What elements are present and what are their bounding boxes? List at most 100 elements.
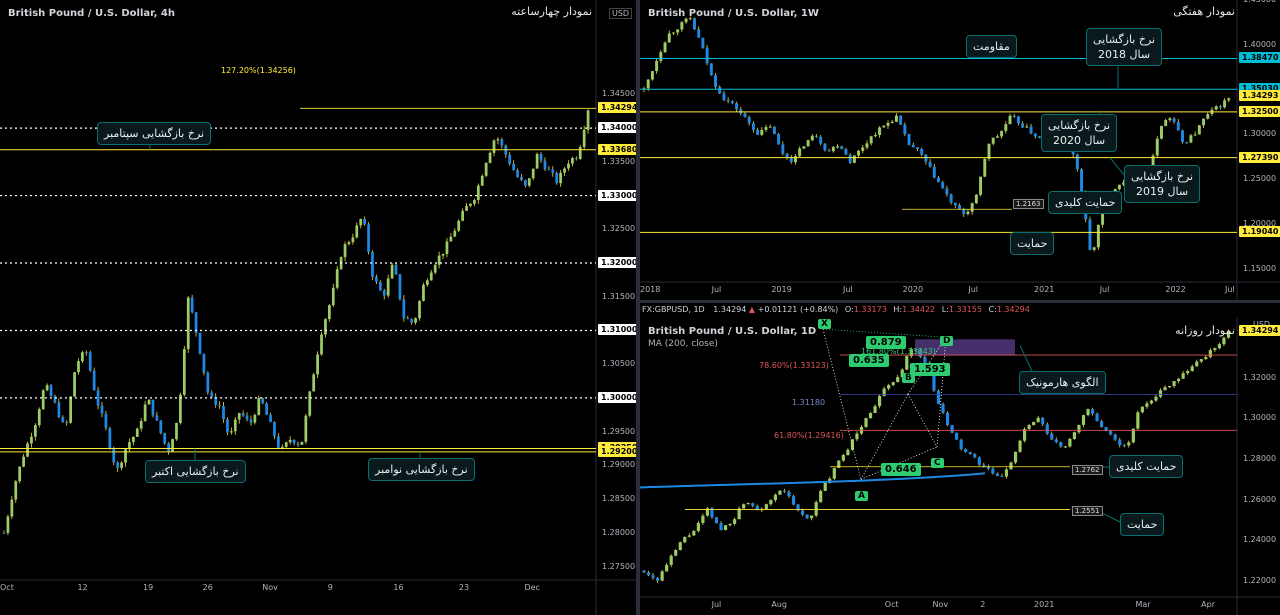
callout-connector bbox=[1019, 345, 1033, 372]
candle-body bbox=[1140, 406, 1144, 413]
candle-body bbox=[891, 382, 895, 386]
candle-body bbox=[559, 172, 563, 184]
candle-body bbox=[746, 503, 750, 505]
divider-horizontal[interactable] bbox=[640, 300, 1280, 303]
candle-body bbox=[735, 103, 739, 110]
candle-body bbox=[656, 577, 660, 581]
candle-body bbox=[936, 390, 941, 405]
candle-body bbox=[850, 439, 855, 450]
x-tick-label: Nov bbox=[262, 583, 278, 592]
candle-body bbox=[932, 374, 936, 391]
low-label: L: bbox=[941, 305, 949, 314]
price-label: 1.34000 bbox=[598, 122, 636, 134]
callout-connector bbox=[1109, 157, 1125, 176]
candle-body bbox=[1109, 430, 1113, 435]
candle-body bbox=[719, 523, 723, 531]
price-label: 1.30000 bbox=[598, 391, 636, 403]
candle-body bbox=[660, 571, 664, 581]
candle-body bbox=[1155, 138, 1159, 156]
candle-body bbox=[316, 354, 319, 375]
candle-body bbox=[390, 264, 394, 279]
candle-body bbox=[693, 18, 696, 30]
chart-weekly[interactable] bbox=[640, 0, 1280, 300]
candle-body bbox=[949, 194, 953, 203]
callout-november: نرخ بازگشایی نوامبر bbox=[368, 458, 475, 481]
candle-body bbox=[186, 297, 190, 350]
candle-body bbox=[30, 436, 33, 444]
x-tick-label: Dec bbox=[524, 583, 540, 592]
candle-body bbox=[492, 140, 496, 153]
panel-4h[interactable]: British Pound / U.S. Dollar, 4h نمودار چ… bbox=[0, 0, 636, 615]
candle-body bbox=[868, 412, 873, 419]
up-arrow-icon: ▲ bbox=[748, 305, 756, 314]
candle-body bbox=[705, 47, 709, 64]
candle-body bbox=[273, 422, 276, 437]
candle-body bbox=[764, 127, 768, 130]
candle-body bbox=[873, 406, 877, 413]
x-tick-label: 26 bbox=[202, 583, 213, 592]
candle-body bbox=[793, 156, 797, 163]
price-label: 1.29200 bbox=[598, 445, 636, 457]
y-tick-label: 1.27500 bbox=[602, 561, 636, 571]
panel-daily[interactable]: British Pound / U.S. Dollar, 1D MA (200,… bbox=[640, 317, 1280, 615]
candle-body bbox=[488, 152, 492, 163]
candle-body bbox=[418, 300, 421, 319]
level-box-1: 1.2762 bbox=[1072, 465, 1103, 475]
candle-body bbox=[586, 110, 590, 130]
candle-body bbox=[402, 299, 406, 319]
candle-body bbox=[355, 225, 359, 238]
candle-body bbox=[772, 126, 776, 135]
panel-weekly[interactable]: British Pound / U.S. Dollar, 1W نمودار ه… bbox=[640, 0, 1280, 300]
candle-body bbox=[760, 129, 764, 135]
price-label: 1.33680 bbox=[598, 143, 636, 155]
candle-body bbox=[1080, 169, 1084, 193]
candle-body bbox=[1113, 434, 1117, 440]
candle-body bbox=[1197, 125, 1201, 135]
candle-body bbox=[1095, 413, 1099, 422]
point-a: A bbox=[855, 491, 868, 501]
y-tick-label: 1.31500 bbox=[602, 291, 636, 301]
candle-body bbox=[429, 272, 433, 281]
candle-body bbox=[995, 473, 999, 476]
candle-body bbox=[386, 278, 390, 296]
candle-body bbox=[865, 143, 869, 148]
chart-title: British Pound / U.S. Dollar, 4h bbox=[8, 8, 175, 19]
x-tick-label: Jul bbox=[1099, 285, 1110, 294]
candle-body bbox=[1199, 359, 1203, 362]
chart-daily[interactable] bbox=[640, 317, 1280, 615]
candle-body bbox=[823, 143, 827, 151]
candle-body bbox=[312, 374, 316, 392]
candle-body bbox=[1223, 100, 1227, 108]
candle-body bbox=[1059, 442, 1063, 447]
candle-body bbox=[226, 419, 229, 433]
symbol-toolbar: FX:GBPUSD, 1D 1.34294 ▲ +0.01121 (+0.84%… bbox=[642, 305, 1030, 314]
candle-body bbox=[331, 287, 335, 306]
candle-body bbox=[1158, 390, 1163, 397]
candle-body bbox=[924, 154, 928, 162]
candle-body bbox=[953, 202, 957, 206]
candle-body bbox=[1012, 115, 1016, 117]
candle-body bbox=[2, 532, 6, 534]
x-tick-label: 12 bbox=[77, 583, 88, 592]
candle-body bbox=[928, 161, 932, 167]
candle-body bbox=[398, 274, 402, 300]
level-box: 1.2163 bbox=[1013, 199, 1044, 209]
candle-body bbox=[551, 169, 555, 173]
candle-body bbox=[578, 147, 582, 159]
candle-body bbox=[844, 149, 848, 155]
candle-body bbox=[433, 264, 437, 273]
candle-body bbox=[1186, 370, 1190, 374]
candle-body bbox=[1081, 415, 1086, 425]
candle-body bbox=[308, 391, 312, 416]
candle-body bbox=[798, 148, 802, 157]
candle-body bbox=[22, 456, 25, 467]
candle-body bbox=[14, 481, 18, 500]
symbol-label[interactable]: FX:GBPUSD, 1D bbox=[642, 305, 705, 314]
candle-body bbox=[304, 415, 308, 442]
candle-body bbox=[516, 170, 519, 177]
chart-4h[interactable] bbox=[0, 0, 636, 615]
candle-body bbox=[728, 523, 732, 526]
level-box-2: 1.2551 bbox=[1072, 506, 1103, 516]
candle-body bbox=[819, 490, 823, 503]
candle-body bbox=[1033, 133, 1037, 137]
